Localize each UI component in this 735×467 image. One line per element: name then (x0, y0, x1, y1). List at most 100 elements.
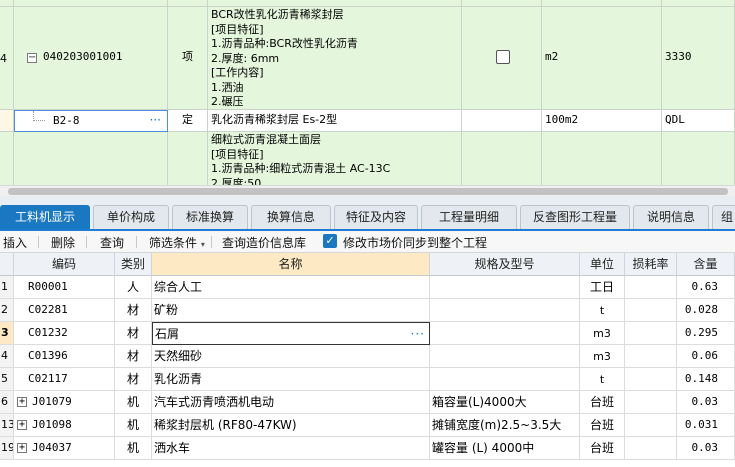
header-unit[interactable]: 单位 (580, 253, 625, 276)
loss-rate-cell[interactable] (625, 437, 677, 460)
name-cell[interactable]: 洒水车 (152, 437, 430, 460)
category-cell-text: 材 (126, 326, 139, 340)
category-cell[interactable]: 材 (115, 322, 152, 345)
expand-icon[interactable]: + (17, 397, 27, 407)
more-icon[interactable]: ··· (411, 323, 425, 344)
unit-cell-text: 台班 (589, 395, 614, 409)
unit-cell[interactable]: m3 (580, 345, 625, 368)
content-cell[interactable]: 0.03 (677, 437, 735, 460)
name-cell[interactable]: 石屑 ··· (152, 322, 430, 345)
desc-cell (208, 0, 462, 7)
tab-description-info[interactable]: 说明信息 (633, 205, 709, 229)
name-cell-text: 矿粉 (154, 303, 179, 317)
content-cell[interactable]: 0.06 (677, 345, 735, 368)
code-cell[interactable]: + J01098 (14, 414, 115, 437)
code-cell[interactable]: C02281 (14, 299, 115, 322)
spec-cell[interactable] (430, 322, 580, 345)
horizontal-scrollbar[interactable] (0, 185, 735, 196)
code-cell[interactable]: R00001 (14, 276, 115, 299)
quota-description[interactable]: 乳化沥青稀浆封层 Es-2型 (208, 110, 462, 132)
loss-rate-cell[interactable] (625, 322, 677, 345)
filter-dropdown[interactable]: 筛选条件 ▾ (149, 234, 205, 251)
header-code[interactable]: 编码 (14, 253, 115, 276)
loss-rate-cell[interactable] (625, 368, 677, 391)
expand-icon[interactable]: + (17, 420, 27, 430)
tab-quantity-details[interactable]: 工程量明细 (421, 205, 517, 229)
code-cell[interactable]: C02117 (14, 368, 115, 391)
name-cell[interactable]: 矿粉 (152, 299, 430, 322)
code-cell[interactable]: + J01079 (14, 391, 115, 414)
tab-conversion-info[interactable]: 换算信息 (251, 205, 331, 229)
spec-cell[interactable] (430, 299, 580, 322)
query-price-library-button[interactable]: 查询造价信息库 (222, 234, 306, 251)
tab-graphic-quantity-lookup[interactable]: 反查图形工程量 (520, 205, 630, 229)
unit-cell[interactable]: 台班 (580, 414, 625, 437)
delete-button[interactable]: 删除 (51, 234, 75, 251)
content-cell[interactable]: 0.028 (677, 299, 735, 322)
unit-cell[interactable]: t (580, 299, 625, 322)
category-cell[interactable]: 人 (115, 276, 152, 299)
content-cell[interactable]: 0.295 (677, 322, 735, 345)
unit-cell[interactable]: 工日 (580, 276, 625, 299)
content-cell[interactable]: 0.148 (677, 368, 735, 391)
category-cell[interactable]: 材 (115, 345, 152, 368)
loss-rate-cell[interactable] (625, 391, 677, 414)
loss-rate-cell[interactable] (625, 299, 677, 322)
name-cell[interactable]: 稀浆封层机 (RF80-47KW) (152, 414, 430, 437)
expand-icon[interactable]: + (17, 443, 27, 453)
loss-rate-cell[interactable] (625, 345, 677, 368)
query-button[interactable]: 查询 (100, 234, 124, 251)
collapse-icon[interactable]: − (27, 53, 37, 63)
spec-cell[interactable]: 摊铺宽度(m)2.5~3.5大 (430, 414, 580, 437)
quota-code-cell[interactable]: B2-8 ··· (14, 110, 168, 132)
name-cell[interactable]: 天然细砂 (152, 345, 430, 368)
code-cell-text: C01232 (28, 326, 68, 339)
tab-more[interactable]: 组 (712, 205, 735, 229)
insert-button[interactable]: 插入 (3, 234, 27, 251)
filter-label: 筛选条件 (149, 236, 198, 250)
tab-standard-conversion[interactable]: 标准换算 (172, 205, 248, 229)
unit-cell[interactable]: 台班 (580, 391, 625, 414)
loss-rate-cell[interactable] (625, 414, 677, 437)
content-cell-text: 0.03 (691, 395, 719, 408)
category-cell[interactable]: 机 (115, 437, 152, 460)
item-code-cell[interactable]: − 040203001001 (14, 7, 168, 110)
code-cell[interactable]: C01232 (14, 322, 115, 345)
header-spec[interactable]: 规格及型号 (430, 253, 580, 276)
spec-cell[interactable] (430, 345, 580, 368)
row-number: 2 (0, 299, 14, 322)
unit-cell[interactable]: m3 (580, 322, 625, 345)
loss-rate-cell[interactable] (625, 276, 677, 299)
category-cell[interactable]: 材 (115, 368, 152, 391)
category-cell[interactable]: 机 (115, 414, 152, 437)
header-content[interactable]: 含量 (677, 253, 735, 276)
header-loss-rate[interactable]: 损耗率 (625, 253, 677, 276)
code-cell[interactable]: C01396 (14, 345, 115, 368)
tab-features-content[interactable]: 特征及内容 (334, 205, 418, 229)
tab-labor-material-machine[interactable]: 工料机显示 (0, 205, 90, 229)
unit-cell[interactable]: 台班 (580, 437, 625, 460)
category-cell[interactable]: 材 (115, 299, 152, 322)
code-cell[interactable]: + J04037 (14, 437, 115, 460)
header-name[interactable]: 名称 (152, 253, 430, 276)
name-cell[interactable]: 乳化沥青 (152, 368, 430, 391)
sync-checkbox[interactable]: ✓ (323, 234, 337, 248)
name-cell[interactable]: 汽车式沥青喷洒机电动 (152, 391, 430, 414)
spec-cell[interactable] (430, 368, 580, 391)
more-icon[interactable]: ··· (150, 113, 161, 127)
category-cell[interactable]: 机 (115, 391, 152, 414)
item-check-cell[interactable] (462, 7, 542, 110)
unit-cell[interactable]: t (580, 368, 625, 391)
scrollbar-thumb[interactable] (8, 188, 728, 195)
content-cell[interactable]: 0.63 (677, 276, 735, 299)
sync-market-price-label[interactable]: 修改市场价同步到整个工程 (343, 234, 487, 251)
content-cell[interactable]: 0.03 (677, 391, 735, 414)
header-category[interactable]: 类别 (115, 253, 152, 276)
tab-unit-price-composition[interactable]: 单价构成 (93, 205, 169, 229)
spec-cell[interactable]: 罐容量 (L) 4000中 (430, 437, 580, 460)
spec-cell[interactable]: 箱容量(L)4000大 (430, 391, 580, 414)
name-cell[interactable]: 综合人工 (152, 276, 430, 299)
spec-cell[interactable] (430, 276, 580, 299)
content-cell[interactable]: 0.031 (677, 414, 735, 437)
item-checkbox[interactable] (496, 50, 510, 64)
